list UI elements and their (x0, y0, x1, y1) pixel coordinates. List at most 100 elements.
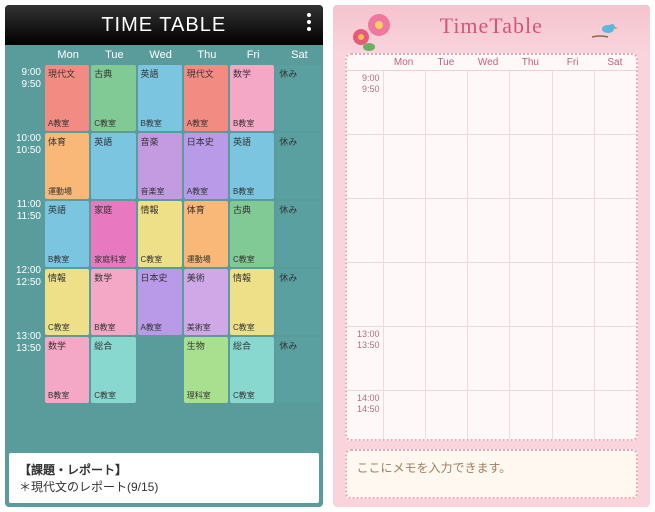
class-cell[interactable]: 情報C教室 (230, 269, 274, 335)
day-header: Fri (230, 49, 276, 61)
class-cell[interactable] (467, 71, 509, 135)
timetable-panel: Mon Tue Wed Thu Fri Sat 9:009:5013:0013:… (345, 53, 639, 441)
class-cell[interactable]: 日本史A教室 (184, 133, 228, 199)
class-cell[interactable]: 数学B教室 (230, 65, 274, 131)
day-header: Fri (552, 57, 594, 68)
class-cell[interactable] (425, 135, 467, 199)
class-cell[interactable]: 古典C教室 (91, 65, 135, 131)
memo-title: 【課題・レポート】 (19, 461, 309, 478)
class-cell[interactable] (467, 391, 509, 441)
time-column: 9:009:5010:0010:5011:0011:5012:0012:5013… (5, 65, 45, 449)
class-cell[interactable]: 休み (276, 337, 320, 403)
timetable-body: 9:009:5010:0010:5011:0011:5012:0012:5013… (5, 65, 323, 449)
class-cell[interactable] (467, 263, 509, 327)
class-cell[interactable] (552, 263, 594, 327)
class-cell[interactable] (594, 327, 636, 391)
class-cell[interactable] (509, 135, 551, 199)
class-cell[interactable]: 数学B教室 (91, 269, 135, 335)
day-header: Thu (184, 49, 230, 61)
app-title: TimeTable (440, 13, 543, 39)
class-cell[interactable]: 休み (276, 133, 320, 199)
class-cell[interactable]: 音楽音楽室 (138, 133, 182, 199)
class-cell[interactable] (552, 71, 594, 135)
class-cell[interactable] (509, 71, 551, 135)
app-title: TIME TABLE (101, 14, 226, 37)
class-cell[interactable] (383, 199, 425, 263)
phone-pink: TimeTable Mon Tue Wed Thu Fri Sat 9:009:… (333, 5, 651, 507)
class-cell[interactable]: 総合C教室 (230, 337, 274, 403)
flower-icon (351, 11, 395, 55)
class-cell[interactable] (138, 337, 182, 403)
day-header: Mon (45, 49, 91, 61)
class-cell[interactable]: 古典C教室 (230, 201, 274, 267)
class-cell[interactable] (552, 327, 594, 391)
class-cell[interactable] (425, 199, 467, 263)
day-header: Sat (276, 49, 322, 61)
class-cell[interactable]: 情報C教室 (45, 269, 89, 335)
phone-dark: TIME TABLE Mon Tue Wed Thu Fri Sat 9:009… (5, 5, 323, 507)
class-cell[interactable] (594, 71, 636, 135)
class-cell[interactable] (467, 199, 509, 263)
class-cell[interactable]: 日本史A教室 (138, 269, 182, 335)
time-slot: 9:009:50 (5, 65, 45, 131)
class-cell[interactable] (467, 327, 509, 391)
class-cell[interactable] (383, 327, 425, 391)
class-cell[interactable]: 休み (276, 269, 320, 335)
class-cell[interactable] (383, 391, 425, 441)
header: TimeTable (333, 5, 651, 53)
class-cell[interactable]: 美術美術室 (184, 269, 228, 335)
class-cell[interactable] (509, 391, 551, 441)
time-slot (347, 263, 383, 327)
time-slot (347, 135, 383, 199)
class-cell[interactable] (552, 135, 594, 199)
class-cell[interactable] (425, 327, 467, 391)
class-cell[interactable] (594, 135, 636, 199)
time-slot: 14:0014:50 (347, 391, 383, 441)
menu-dots-icon[interactable] (307, 13, 311, 31)
time-slot: 13:0013:50 (347, 327, 383, 391)
class-cell[interactable] (425, 391, 467, 441)
class-cell[interactable]: 体育運動場 (45, 133, 89, 199)
class-cell[interactable] (509, 199, 551, 263)
class-cell[interactable]: 数学B教室 (45, 337, 89, 403)
class-cell[interactable] (594, 263, 636, 327)
class-cell[interactable]: 総合C教室 (91, 337, 135, 403)
time-slot: 12:0012:50 (5, 263, 45, 329)
memo-box[interactable]: ここにメモを入力できます。 (345, 449, 639, 499)
timetable-grid (383, 71, 637, 441)
class-cell[interactable] (594, 391, 636, 441)
class-cell[interactable]: 生物理科室 (184, 337, 228, 403)
class-cell[interactable]: 休み (276, 65, 320, 131)
class-cell[interactable] (383, 263, 425, 327)
class-cell[interactable] (509, 327, 551, 391)
time-column: 9:009:50 13:0013:5014:0014:50 (347, 71, 383, 441)
class-cell[interactable] (594, 199, 636, 263)
class-cell[interactable]: 体育運動場 (184, 201, 228, 267)
class-cell[interactable]: 英語B教室 (230, 133, 274, 199)
day-header: Thu (509, 57, 551, 68)
class-cell[interactable]: 情報C教室 (138, 201, 182, 267)
class-cell[interactable]: 英語B教室 (138, 65, 182, 131)
class-cell[interactable] (552, 199, 594, 263)
memo-box[interactable]: 【課題・レポート】 ＊現代文のレポート(9/15) (9, 453, 319, 503)
class-cell[interactable]: 家庭家庭科室 (91, 201, 135, 267)
class-cell[interactable]: 休み (276, 201, 320, 267)
class-cell[interactable] (425, 71, 467, 135)
time-slot: 9:009:50 (347, 71, 383, 135)
class-cell[interactable] (383, 135, 425, 199)
class-cell[interactable] (383, 71, 425, 135)
day-header: Tue (425, 57, 467, 68)
class-cell[interactable]: 英語B教室 (45, 201, 89, 267)
memo-placeholder: ここにメモを入力できます。 (357, 461, 512, 475)
class-cell[interactable]: 英語 (91, 133, 135, 199)
day-header-row: Mon Tue Wed Thu Fri Sat (5, 45, 323, 65)
day-header: Wed (138, 49, 184, 61)
class-cell[interactable] (467, 135, 509, 199)
class-cell[interactable] (425, 263, 467, 327)
class-cell[interactable] (509, 263, 551, 327)
class-cell[interactable] (552, 391, 594, 441)
memo-body: ＊現代文のレポート(9/15) (19, 478, 309, 495)
class-cell[interactable]: 現代文A教室 (45, 65, 89, 131)
class-cell[interactable]: 現代文A教室 (184, 65, 228, 131)
day-header: Wed (467, 57, 509, 68)
